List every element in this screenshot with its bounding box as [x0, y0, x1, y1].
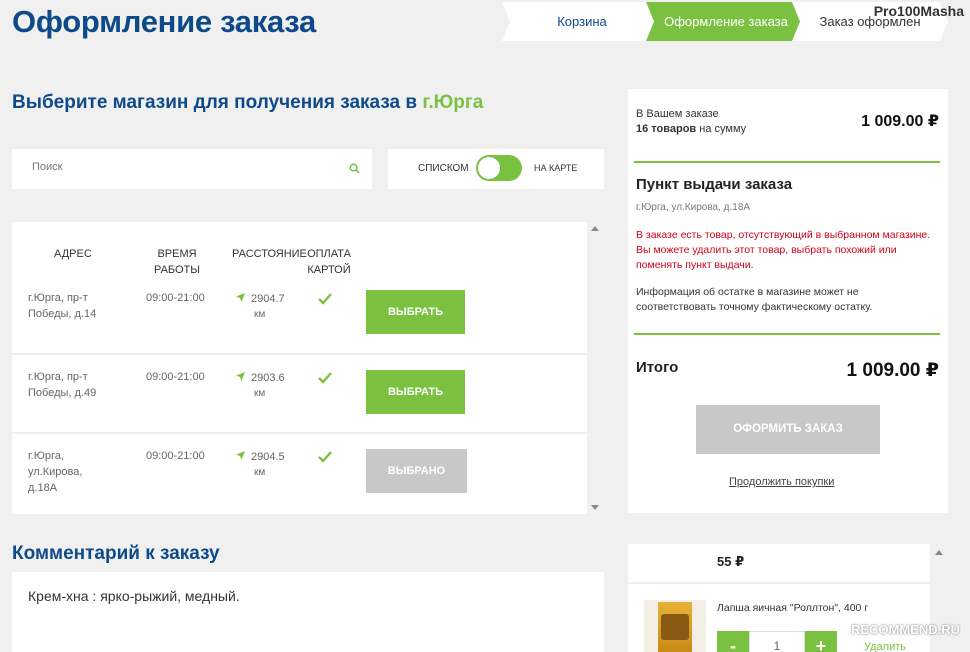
- comment-textarea[interactable]: Крем-хна : ярко-рыжий, медный.: [28, 588, 588, 648]
- stock-warning: В заказе есть товар, отсутствующий в выб…: [636, 229, 931, 271]
- step-checkout: Оформление заказа: [646, 2, 806, 41]
- place-order-button[interactable]: ОФОРМИТЬ ЗАКАЗ: [696, 405, 880, 454]
- order-summary-line1: В Вашем заказе: [636, 108, 719, 120]
- store-address-line1: г.Юрга, пр-т: [28, 292, 88, 304]
- quantity-input[interactable]: [749, 631, 805, 652]
- stock-info: Информация об остатке в магазине может н…: [636, 286, 873, 313]
- view-toggle-box: СПИСКОМ НА КАРТЕ: [388, 149, 604, 189]
- view-list-label[interactable]: СПИСКОМ: [418, 163, 469, 174]
- order-items-count: 16 товаров: [636, 123, 697, 135]
- total-label: Итого: [636, 359, 679, 376]
- header-card-line2: КАРТОЙ: [307, 264, 351, 276]
- step-cart[interactable]: Корзина: [502, 2, 662, 41]
- checkmark-icon: [318, 293, 332, 305]
- scroll-up-arrow-icon[interactable]: [591, 226, 599, 231]
- order-items-rest: на сумму: [696, 123, 747, 135]
- store-distance: 2904.5 км: [236, 449, 285, 481]
- table-row: г.Юрга, пр-т Победы, д.49 09:00-21:00 29…: [12, 355, 587, 435]
- store-address-line1: г.Юрга,: [28, 450, 64, 462]
- table-scrollbar[interactable]: [587, 222, 604, 514]
- distance-value: 2904.5: [251, 451, 285, 463]
- store-address: г.Юрга, пр-т Победы, д.49: [28, 369, 118, 401]
- checkmark-icon: [318, 451, 332, 463]
- quantity-decrease-button[interactable]: -: [717, 631, 749, 652]
- product-name[interactable]: Лапша яичная "Роллтон", 400 г: [717, 602, 868, 614]
- store-select-city[interactable]: г.Юрга: [422, 92, 483, 113]
- distance-unit: км: [254, 309, 266, 320]
- distance-unit: км: [254, 467, 266, 478]
- summary-divider: [634, 333, 940, 335]
- header-card-line1: ОПЛАТА: [307, 248, 351, 260]
- navigation-arrow-icon: [236, 293, 245, 302]
- comment-box: Крем-хна : ярко-рыжий, медный.: [12, 572, 604, 652]
- product-package-label: [661, 614, 689, 640]
- checkmark-icon: [318, 372, 332, 384]
- navigation-arrow-icon: [236, 451, 245, 460]
- distance-value: 2904.7: [251, 293, 285, 305]
- store-address-line2: Победы, д.49: [28, 387, 97, 399]
- view-toggle-knob: [478, 157, 500, 179]
- summary-divider: [634, 161, 940, 163]
- order-summary-line2: 16 товаров на сумму: [636, 122, 746, 137]
- store-select-heading-text: Выберите магазин для получения заказа в: [12, 92, 423, 113]
- select-store-button[interactable]: ВЫБРАТЬ: [366, 370, 465, 414]
- store-address-line1: г.Юрга, пр-т: [28, 371, 88, 383]
- select-store-button[interactable]: ВЫБРАТЬ: [366, 290, 465, 334]
- order-items-summary: В Вашем заказе 16 товаров на сумму: [636, 107, 746, 137]
- order-summary: В Вашем заказе 16 товаров на сумму 1 009…: [628, 89, 948, 513]
- table-row: г.Юрга, ул.Кирова, д.18А 09:00-21:00 290…: [12, 434, 587, 514]
- store-search-box: [12, 149, 372, 189]
- store-address-line2: ул.Кирова,: [28, 466, 83, 478]
- view-toggle-switch[interactable]: [476, 155, 522, 181]
- header-hours-line2: РАБОТЫ: [153, 264, 201, 276]
- store-address: г.Юрга, ул.Кирова, д.18А: [28, 448, 118, 496]
- quantity-increase-button[interactable]: +: [805, 631, 837, 652]
- search-icon[interactable]: [349, 163, 360, 174]
- comment-heading: Комментарий к заказу: [12, 543, 220, 564]
- pickup-title: Пункт выдачи заказа: [636, 176, 793, 193]
- store-select-heading: Выберите магазин для получения заказа в …: [12, 92, 483, 114]
- page-title: Оформление заказа: [12, 4, 316, 39]
- store-address: г.Юрга, пр-т Победы, д.14: [28, 290, 118, 322]
- cart-divider: [628, 582, 930, 584]
- header-hours-line1: ВРЕМЯ: [157, 248, 197, 260]
- total-value: 1 009.00 ₽: [846, 360, 939, 381]
- distance-value: 2903.6: [251, 372, 285, 384]
- store-hours: 09:00-21:00: [146, 292, 205, 304]
- scroll-down-arrow-icon[interactable]: [591, 505, 599, 510]
- store-distance: 2903.6 км: [236, 370, 285, 402]
- store-address-line2: Победы, д.14: [28, 308, 97, 320]
- header-hours: ВРЕМЯ РАБОТЫ: [152, 246, 202, 278]
- store-search-input[interactable]: [32, 161, 332, 173]
- table-row: г.Юрга, пр-т Победы, д.14 09:00-21:00 29…: [12, 278, 587, 358]
- navigation-arrow-icon: [236, 372, 245, 381]
- watermark-site: RECOMMEND.RU: [850, 622, 960, 637]
- scroll-up-arrow-icon[interactable]: [935, 550, 943, 555]
- store-distance: 2904.7 км: [236, 291, 285, 323]
- store-hours: 09:00-21:00: [146, 371, 205, 383]
- selected-store-button[interactable]: ВЫБРАНО: [366, 449, 467, 493]
- watermark-username: Pro100Masha: [873, 3, 964, 19]
- store-hours: 09:00-21:00: [146, 450, 205, 462]
- store-table: АДРЕС ВРЕМЯ РАБОТЫ РАССТОЯНИЕ ОПЛАТА КАР…: [12, 222, 587, 514]
- distance-unit: км: [254, 388, 266, 399]
- view-map-label[interactable]: НА КАРТЕ: [534, 163, 577, 173]
- pickup-address: г.Юрга, ул.Кирова, д.18А: [636, 202, 751, 213]
- item-price: 55 ₽: [717, 554, 745, 569]
- product-image: [644, 600, 706, 652]
- store-address-line3: д.18А: [28, 482, 58, 494]
- order-sum: 1 009.00 ₽: [861, 113, 939, 130]
- header-distance: РАССТОЯНИЕ: [232, 248, 307, 260]
- header-address: АДРЕС: [54, 248, 92, 260]
- continue-shopping-link[interactable]: Продолжить покупки: [729, 476, 834, 488]
- delete-item-link[interactable]: Удалить: [864, 641, 906, 652]
- header-card-payment: ОПЛАТА КАРТОЙ: [304, 246, 354, 278]
